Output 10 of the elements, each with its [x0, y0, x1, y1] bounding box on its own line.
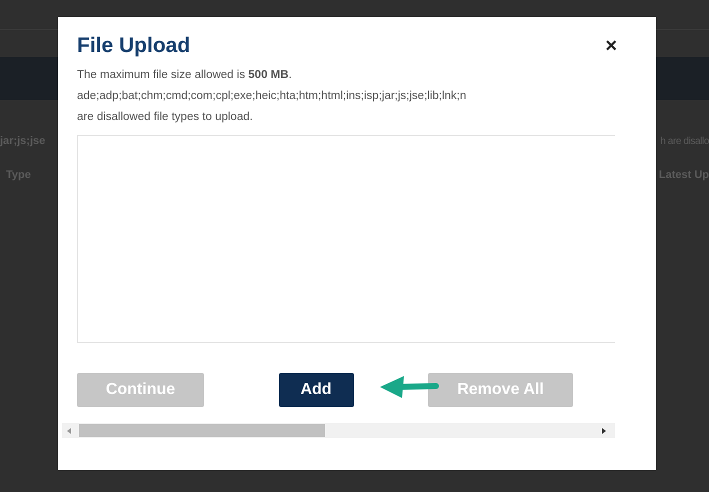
dialog-title: File Upload: [77, 33, 190, 60]
close-button[interactable]: ×: [605, 31, 617, 61]
info-text: are disallowed file types to upload.: [77, 110, 254, 125]
action-button[interactable]: Add: [278, 373, 354, 407]
scroll-right-icon[interactable]: [602, 428, 606, 434]
scroll-left-icon[interactable]: [67, 428, 71, 434]
info-text: ade;adp;bat;chm;cmd;com;cpl;exe;heic;hta;htm;html;ins;isp;jar;js;jse;lib;lnk;n: [77, 89, 468, 104]
annotation-arrow: [380, 376, 440, 398]
info-text: The maximum file size allowed is 500 MB.: [77, 68, 293, 83]
scrollbar-thumb[interactable]: [79, 424, 325, 437]
